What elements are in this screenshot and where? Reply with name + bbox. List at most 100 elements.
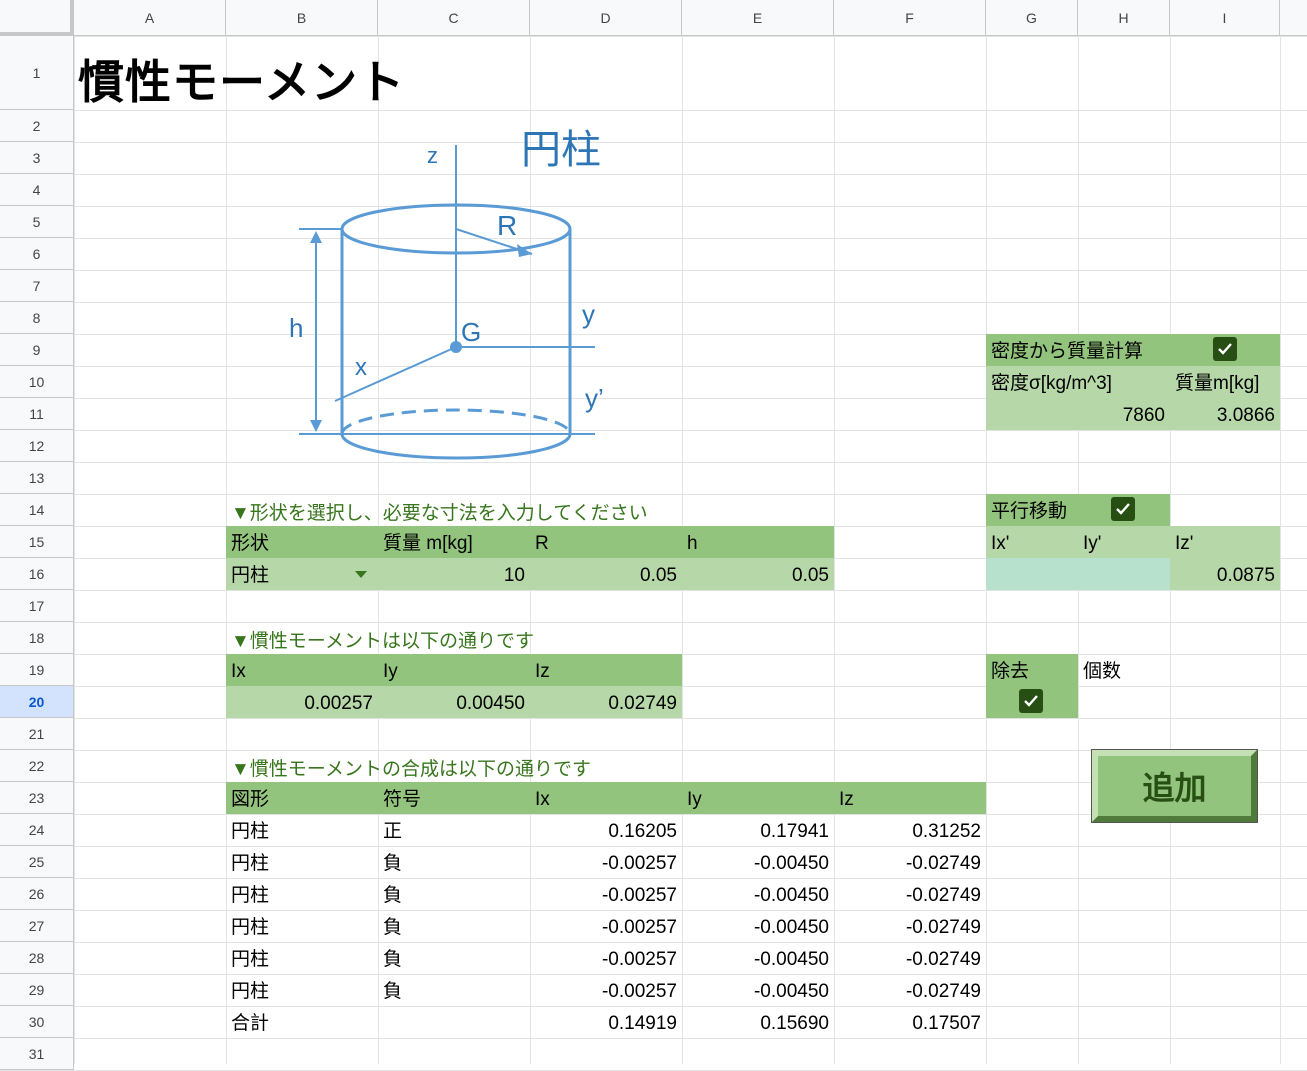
composite-cell-iz[interactable]: -0.02749: [834, 846, 986, 878]
composite-cell-sign[interactable]: 負: [378, 942, 530, 974]
column-header-f[interactable]: F: [834, 0, 986, 36]
ix-value[interactable]: 0.00257: [226, 686, 378, 718]
composite-cell-iy[interactable]: -0.00450: [682, 846, 834, 878]
column-header-i[interactable]: I: [1170, 0, 1280, 36]
row-header-27[interactable]: 27: [0, 910, 74, 942]
composite-cell-iz[interactable]: 0.31252: [834, 814, 986, 846]
mass-value[interactable]: 3.0866: [1170, 398, 1280, 430]
row-header-28[interactable]: 28: [0, 942, 74, 974]
composite-cell-sign[interactable]: 負: [378, 878, 530, 910]
row-header-13[interactable]: 13: [0, 462, 74, 494]
composite-cell-sign[interactable]: 負: [378, 910, 530, 942]
mass-header: 質量 m[kg]: [378, 526, 530, 558]
parallel-shift-label: 平行移動: [986, 494, 1078, 526]
add-button[interactable]: 追加: [1091, 749, 1258, 823]
composite-cell-iy[interactable]: -0.00450: [682, 910, 834, 942]
composite-cell-shape[interactable]: 円柱: [226, 846, 378, 878]
remove-checkbox[interactable]: [1019, 689, 1043, 713]
row-header-14[interactable]: 14: [0, 494, 74, 526]
composite-header-ix: Ix: [530, 782, 682, 814]
column-header-b[interactable]: B: [226, 0, 378, 36]
radius-input[interactable]: 0.05: [530, 558, 682, 590]
iz-value[interactable]: 0.02749: [530, 686, 682, 718]
column-header-blank: [1280, 0, 1307, 36]
row-header-26[interactable]: 26: [0, 878, 74, 910]
row-header-17[interactable]: 17: [0, 590, 74, 622]
composite-cell-iy[interactable]: -0.00450: [682, 974, 834, 1006]
row-header-10[interactable]: 10: [0, 366, 74, 398]
row-header-12[interactable]: 12: [0, 430, 74, 462]
row-header-21[interactable]: 21: [0, 718, 74, 750]
row-header-24[interactable]: 24: [0, 814, 74, 846]
composite-cell-ix[interactable]: -0.00257: [530, 910, 682, 942]
composite-cell-shape[interactable]: 円柱: [226, 942, 378, 974]
row-header-20[interactable]: 20: [0, 686, 74, 718]
composite-cell-ix[interactable]: -0.00257: [530, 942, 682, 974]
composite-cell-iz[interactable]: -0.02749: [834, 974, 986, 1006]
composite-cell-iy[interactable]: 0.15690: [682, 1006, 834, 1038]
density-calc-checkbox[interactable]: [1213, 337, 1237, 361]
row-header-9[interactable]: 9: [0, 334, 74, 366]
row-header-6[interactable]: 6: [0, 238, 74, 270]
row-header-19[interactable]: 19: [0, 654, 74, 686]
density-value[interactable]: 7860: [986, 398, 1170, 430]
row-header-7[interactable]: 7: [0, 270, 74, 302]
row-header-25[interactable]: 25: [0, 846, 74, 878]
row-header-8[interactable]: 8: [0, 302, 74, 334]
select-all-corner[interactable]: [0, 0, 74, 36]
column-header-e[interactable]: E: [682, 0, 834, 36]
mass-input[interactable]: 10: [378, 558, 530, 590]
row-header-1[interactable]: 1: [0, 36, 74, 110]
row-header-18[interactable]: 18: [0, 622, 74, 654]
row-header-3[interactable]: 3: [0, 142, 74, 174]
iy-prime-input[interactable]: [1078, 558, 1170, 590]
column-header-g[interactable]: G: [986, 0, 1078, 36]
composite-cell-iz[interactable]: 0.17507: [834, 1006, 986, 1038]
iy-value[interactable]: 0.00450: [378, 686, 530, 718]
row-header-2[interactable]: 2: [0, 110, 74, 142]
composite-cell-ix[interactable]: 0.14919: [530, 1006, 682, 1038]
composite-cell-shape[interactable]: 円柱: [226, 814, 378, 846]
composite-cell-ix[interactable]: 0.16205: [530, 814, 682, 846]
composite-cell-sign[interactable]: 負: [378, 974, 530, 1006]
count-label: 個数: [1083, 661, 1122, 682]
chevron-down-icon[interactable]: [355, 571, 367, 578]
composite-cell-shape[interactable]: 円柱: [226, 878, 378, 910]
row-header-4[interactable]: 4: [0, 174, 74, 206]
composite-cell-iy[interactable]: -0.00450: [682, 878, 834, 910]
composite-cell-iz[interactable]: -0.02749: [834, 942, 986, 974]
composite-cell-iz[interactable]: -0.02749: [834, 910, 986, 942]
column-header-c[interactable]: C: [378, 0, 530, 36]
row-header-16[interactable]: 16: [0, 558, 74, 590]
composite-cell-shape[interactable]: 円柱: [226, 910, 378, 942]
row-header-5[interactable]: 5: [0, 206, 74, 238]
composite-cell-iz[interactable]: -0.02749: [834, 878, 986, 910]
composite-cell-iy[interactable]: -0.00450: [682, 942, 834, 974]
height-input[interactable]: 0.05: [682, 558, 834, 590]
composite-cell-iy[interactable]: 0.17941: [682, 814, 834, 846]
row-header-31[interactable]: 31: [0, 1038, 74, 1070]
column-header-a[interactable]: A: [74, 0, 226, 36]
grid-line: [0, 1038, 1307, 1039]
row-header-15[interactable]: 15: [0, 526, 74, 558]
composite-cell-ix[interactable]: -0.00257: [530, 974, 682, 1006]
row-header-29[interactable]: 29: [0, 974, 74, 1006]
composite-cell-shape[interactable]: 合計: [226, 1006, 378, 1038]
composite-cell-ix[interactable]: -0.00257: [530, 878, 682, 910]
ix-prime-input[interactable]: [986, 558, 1078, 590]
row-header-30[interactable]: 30: [0, 1006, 74, 1038]
column-header-d[interactable]: D: [530, 0, 682, 36]
row-header-11[interactable]: 11: [0, 398, 74, 430]
iz-prime-value[interactable]: 0.0875: [1170, 558, 1280, 590]
composite-cell-sign[interactable]: [378, 1006, 530, 1038]
composite-cell-sign[interactable]: 負: [378, 846, 530, 878]
checkmark-icon: [1218, 343, 1232, 355]
composite-cell-ix[interactable]: -0.00257: [530, 846, 682, 878]
composite-cell-shape[interactable]: 円柱: [226, 974, 378, 1006]
grid-line: [0, 622, 1307, 623]
column-header-h[interactable]: H: [1078, 0, 1170, 36]
parallel-shift-checkbox[interactable]: [1111, 497, 1135, 521]
row-header-23[interactable]: 23: [0, 782, 74, 814]
composite-cell-sign[interactable]: 正: [378, 814, 530, 846]
row-header-22[interactable]: 22: [0, 750, 74, 782]
